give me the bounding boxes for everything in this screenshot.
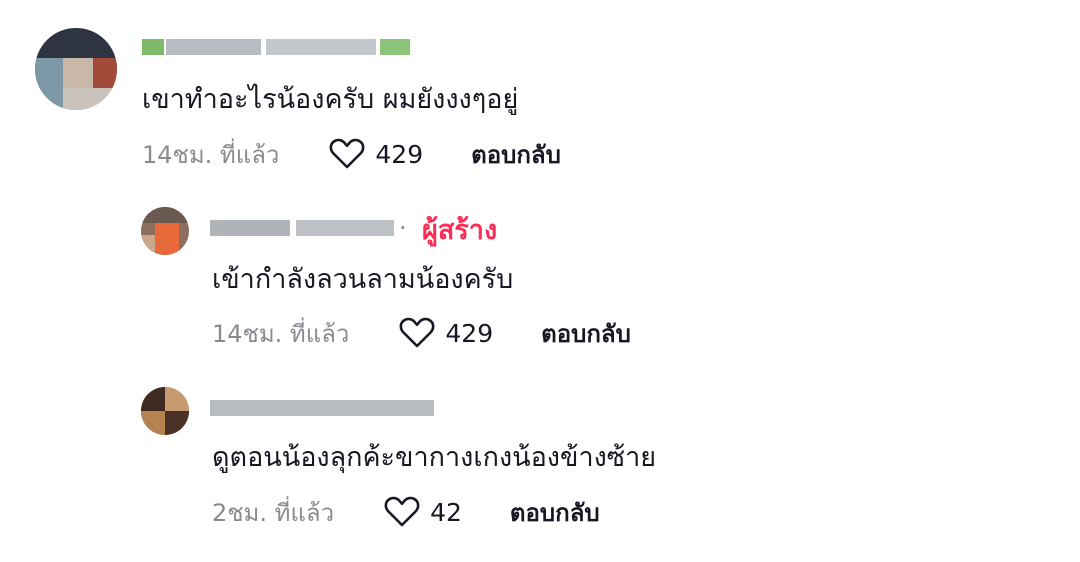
author-name-blurred[interactable] bbox=[210, 217, 395, 239]
like-count: 429 bbox=[445, 318, 494, 348]
separator-dot: · bbox=[399, 214, 407, 242]
like-count: 429 bbox=[375, 139, 424, 169]
avatar[interactable] bbox=[141, 207, 189, 255]
like-button[interactable]: 429 bbox=[329, 138, 423, 170]
avatar[interactable] bbox=[35, 28, 117, 110]
creator-badge: ผู้สร้าง bbox=[422, 215, 498, 246]
comment-text: เขาทำอะไรน้องครับ ผมยังงงๆอยู่ bbox=[142, 84, 519, 115]
comment-text: เข้ากำลังลวนลามน้องครับ bbox=[212, 264, 514, 295]
author-name-blurred[interactable] bbox=[142, 36, 412, 58]
like-button[interactable]: 429 bbox=[399, 317, 493, 349]
reply-button[interactable]: ตอบกลับ bbox=[471, 135, 561, 174]
comment-meta: 14ชม. ที่แล้ว 429 ตอบกลับ bbox=[142, 134, 561, 174]
author-name-blurred[interactable] bbox=[210, 397, 435, 419]
heart-outline-icon bbox=[384, 496, 420, 527]
comment-timestamp: 2ชม. ที่แล้ว bbox=[212, 498, 335, 527]
like-button[interactable]: 42 bbox=[384, 496, 462, 528]
like-count: 42 bbox=[430, 497, 462, 527]
comment-text: ดูตอนน้องลุกค้ะขากางเกงน้องข้างซ้าย bbox=[212, 442, 657, 473]
avatar[interactable] bbox=[141, 387, 189, 435]
comment-timestamp: 14ชม. ที่แล้ว bbox=[142, 140, 280, 169]
heart-outline-icon bbox=[329, 138, 365, 169]
reply-button[interactable]: ตอบกลับ bbox=[510, 493, 600, 532]
comment-meta: 2ชม. ที่แล้ว 42 ตอบกลับ bbox=[212, 492, 600, 532]
comment-timestamp: 14ชม. ที่แล้ว bbox=[212, 319, 350, 348]
comment-meta: 14ชม. ที่แล้ว 429 ตอบกลับ bbox=[212, 313, 631, 353]
heart-outline-icon bbox=[399, 317, 435, 348]
reply-button[interactable]: ตอบกลับ bbox=[541, 314, 631, 353]
